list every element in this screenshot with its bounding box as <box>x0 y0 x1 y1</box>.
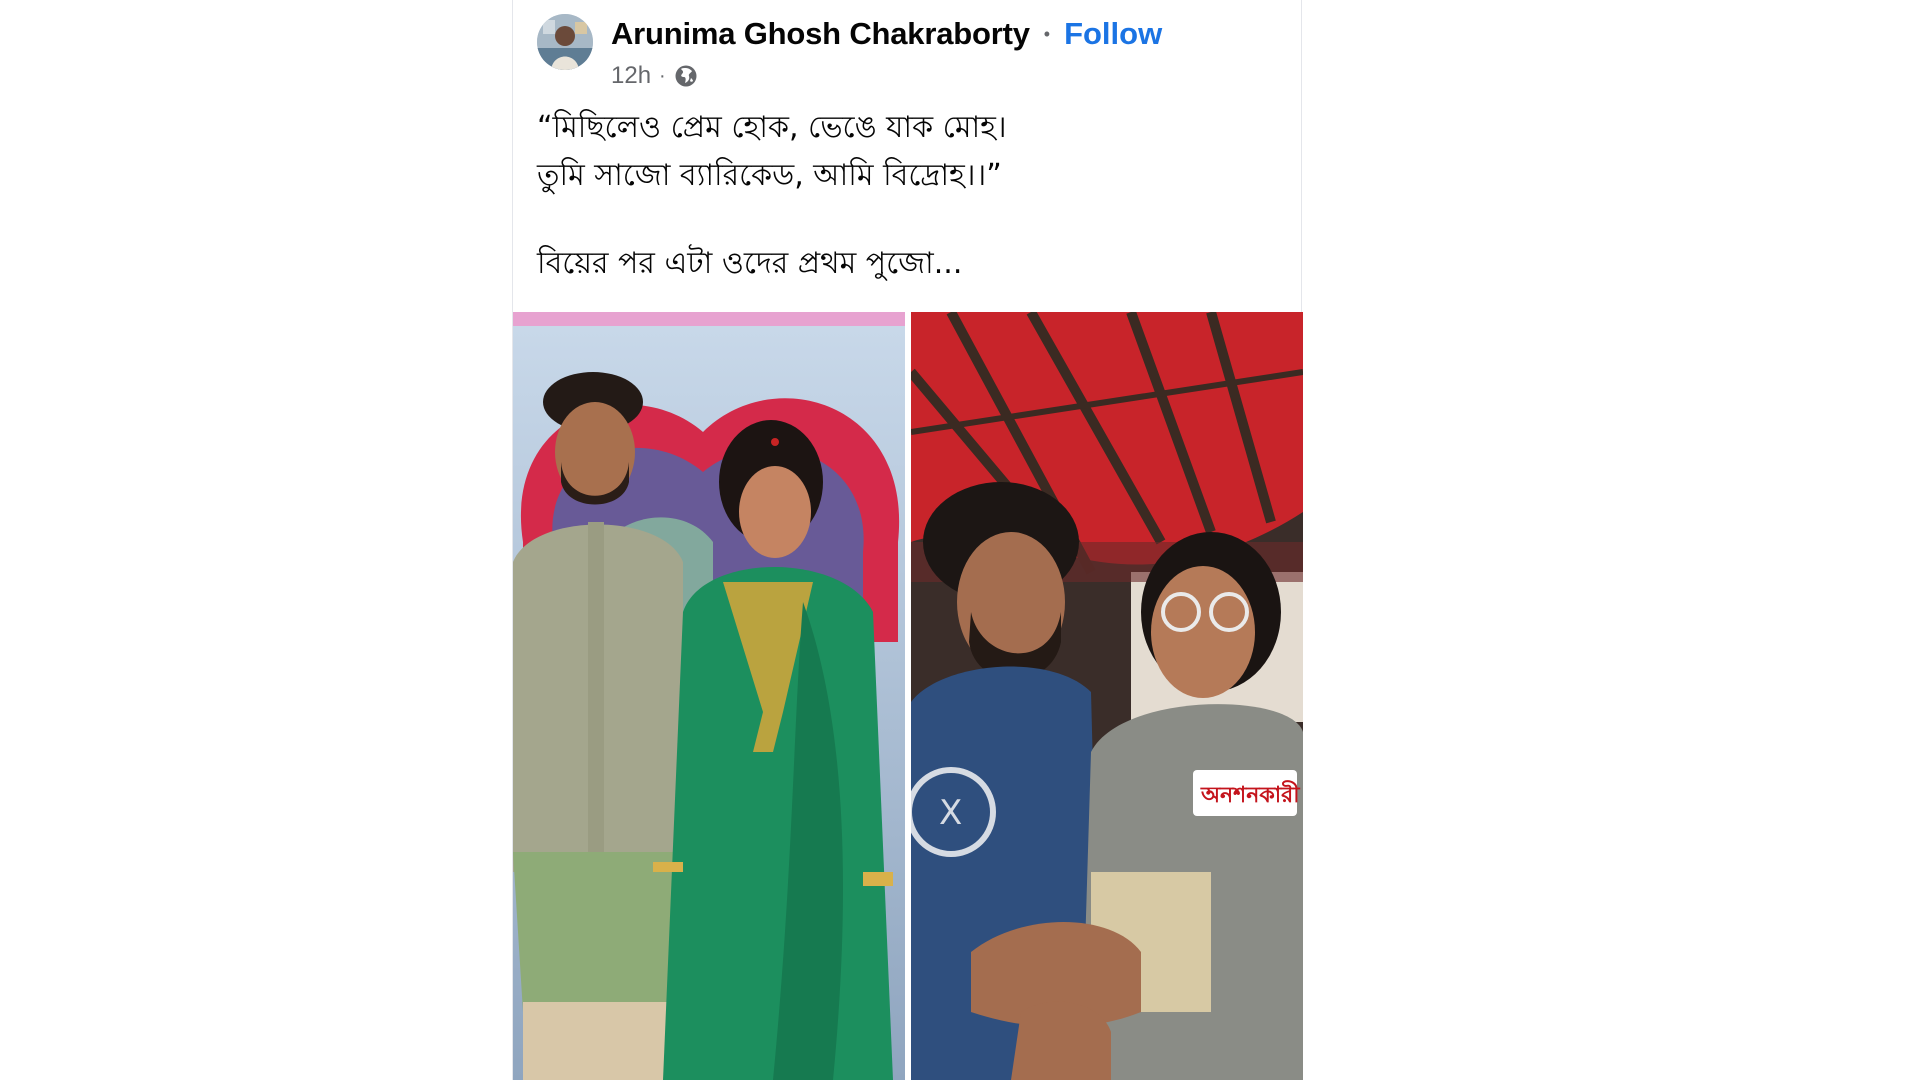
post-meta: 12h · <box>611 62 698 90</box>
wedding-photo[interactable] <box>513 312 905 1080</box>
post-header: Arunima Ghosh Chakraborty • Follow 12h · <box>537 14 1281 89</box>
svg-text:X: X <box>939 793 962 833</box>
photo-grid: X অনশনকারী <box>513 312 1303 1080</box>
author-row: Arunima Ghosh Chakraborty • Follow <box>611 16 1162 52</box>
wedding-photo-image <box>513 312 905 1080</box>
name-separator: • <box>1043 23 1051 44</box>
avatar[interactable] <box>537 14 593 70</box>
post-text-line: “মিছিলেও প্রেম হোক, ভেঙে যাক মোহ। <box>537 110 1007 145</box>
post-time[interactable]: 12h <box>611 62 651 90</box>
author-name[interactable]: Arunima Ghosh Chakraborty <box>611 16 1030 52</box>
hunger-striker-badge: অনশনকারী <box>1200 780 1300 808</box>
follow-button[interactable]: Follow <box>1064 16 1162 52</box>
avatar-image <box>537 14 593 70</box>
post-card: Arunima Ghosh Chakraborty • Follow 12h ·… <box>512 0 1303 1080</box>
post-text-line: তুমি সাজো ব্যারিকেড, আমি বিদ্রোহ।।” <box>537 158 1002 193</box>
protest-photo[interactable]: X অনশনকারী <box>911 312 1303 1080</box>
post-text: “মিছিলেও প্রেম হোক, ভেঙে যাক মোহ। তুমি স… <box>537 104 1277 288</box>
protest-photo-image: X অনশনকারী <box>911 312 1303 1080</box>
meta-dot: · <box>659 64 666 87</box>
globe-icon[interactable] <box>674 64 698 88</box>
post-text-line: বিয়ের পর এটা ওদের প্রথম পুজো... <box>537 246 963 281</box>
